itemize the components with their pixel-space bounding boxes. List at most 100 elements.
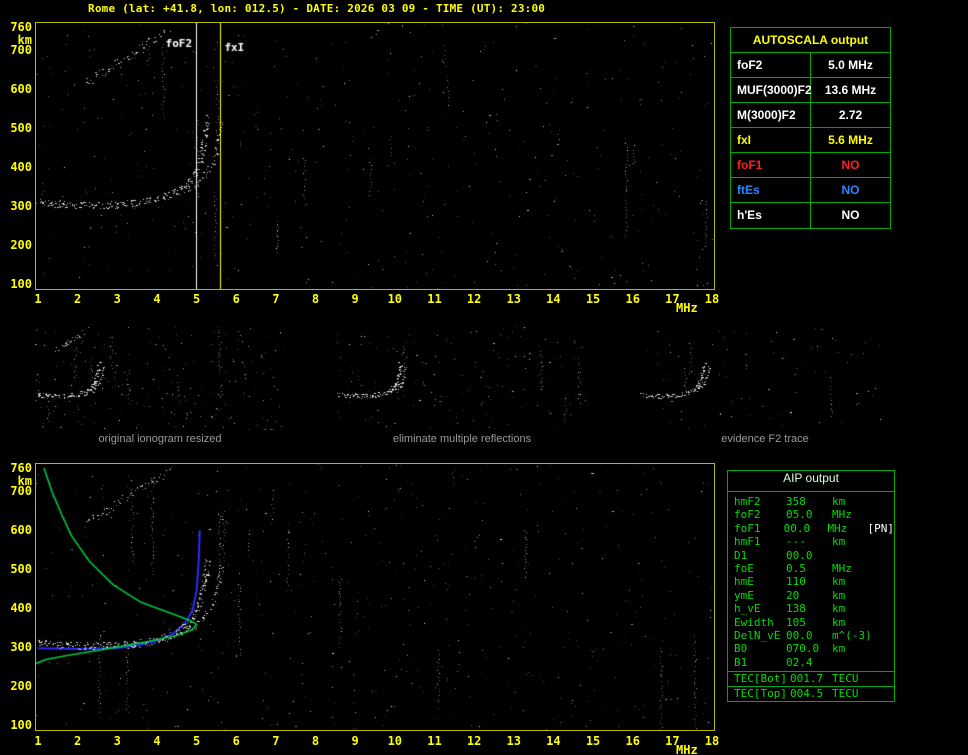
y-tick-label: 600 bbox=[4, 82, 32, 96]
tec-value: 004.5 bbox=[790, 687, 832, 701]
aip-unit: km bbox=[832, 495, 874, 508]
aip-value: --- bbox=[786, 535, 832, 548]
tec-value: 001.7 bbox=[790, 672, 832, 686]
aip-extra bbox=[874, 495, 894, 508]
y-tick-label: 300 bbox=[4, 199, 32, 213]
x-tick-label: 18 bbox=[703, 734, 721, 748]
autoscala-param-label: foF2 bbox=[731, 53, 811, 77]
y-tick-label: 200 bbox=[4, 679, 32, 693]
y-tick-label: 760 bbox=[4, 461, 32, 475]
aip-name: Ewidth bbox=[728, 616, 786, 629]
aip-row: DelN_vE00.0m^(-3) bbox=[728, 629, 894, 642]
aip-unit: km bbox=[832, 642, 874, 655]
y-tick-label: 400 bbox=[4, 160, 32, 174]
x-tick-label: 10 bbox=[386, 292, 404, 306]
x-tick-label: 6 bbox=[227, 734, 245, 748]
autoscala-param-value: 2.72 bbox=[811, 103, 890, 127]
aip-row: ymE20km bbox=[728, 589, 894, 602]
aip-row: Ewidth105km bbox=[728, 616, 894, 629]
x-tick-label: 6 bbox=[227, 292, 245, 306]
x-tick-label: 11 bbox=[425, 292, 443, 306]
aip-value: 0.5 bbox=[786, 562, 832, 575]
aip-value: 358 bbox=[786, 495, 832, 508]
y-tick-label: 600 bbox=[4, 523, 32, 537]
aip-name: B0 bbox=[728, 642, 786, 655]
aip-unit bbox=[832, 549, 874, 562]
aip-name: foF1 bbox=[728, 522, 784, 535]
y-tick-label: 500 bbox=[4, 562, 32, 576]
x-tick-label: 8 bbox=[307, 292, 325, 306]
aip-unit: km bbox=[832, 616, 874, 629]
x-tick-label: 9 bbox=[346, 734, 364, 748]
y-tick-label: 400 bbox=[4, 601, 32, 615]
aip-extra bbox=[874, 549, 894, 562]
x-tick-label: 16 bbox=[624, 734, 642, 748]
aip-row: foE0.5MHz bbox=[728, 562, 894, 575]
top-ionogram-plot bbox=[35, 22, 715, 290]
aip-unit: km bbox=[832, 575, 874, 588]
x-tick-label: 15 bbox=[584, 292, 602, 306]
thumbnail-eliminate-canvas bbox=[337, 327, 587, 430]
autoscala-table-rows: foF25.0 MHzMUF(3000)F213.6 MHzM(3000)F22… bbox=[731, 53, 890, 228]
x-tick-label: 3 bbox=[108, 734, 126, 748]
aip-extra bbox=[874, 602, 894, 615]
aip-name: DelN_vE bbox=[728, 629, 786, 642]
aip-extra bbox=[874, 508, 894, 521]
bottom-ionogram-plot bbox=[35, 463, 715, 731]
x-tick-label: 9 bbox=[346, 292, 364, 306]
aip-value: 00.0 bbox=[786, 629, 832, 642]
aip-output-table: AIP output hmF2358kmfoF205.0MHzfoF100.0M… bbox=[727, 470, 895, 702]
autoscala-param-label: h'Es bbox=[731, 203, 811, 228]
autoscala-param-label: M(3000)F2 bbox=[731, 103, 811, 127]
aip-table-header: AIP output bbox=[728, 471, 894, 492]
bottom-ionogram-canvas bbox=[36, 464, 714, 730]
autoscala-param-value: NO bbox=[811, 153, 890, 177]
aip-name: foF2 bbox=[728, 508, 786, 521]
aip-unit: MHz bbox=[832, 562, 874, 575]
aip-name: hmF1 bbox=[728, 535, 786, 548]
aip-extra bbox=[874, 562, 894, 575]
thumbnail-caption-evidence: evidence F2 trace bbox=[640, 433, 890, 445]
autoscala-row: ftEsNO bbox=[731, 178, 890, 203]
x-tick-label: 10 bbox=[386, 734, 404, 748]
aip-value: 05.0 bbox=[786, 508, 832, 521]
tec-unit: TECU bbox=[832, 672, 894, 686]
aip-unit: m^(-3) bbox=[832, 629, 874, 642]
x-tick-label: 12 bbox=[465, 292, 483, 306]
aip-row: hmE110km bbox=[728, 575, 894, 588]
thumbnail-caption-eliminate: eliminate multiple reflections bbox=[337, 433, 587, 445]
autoscala-row: foF1NO bbox=[731, 153, 890, 178]
x-tick-label: 5 bbox=[188, 292, 206, 306]
x-tick-label: 11 bbox=[425, 734, 443, 748]
tec-unit: TECU bbox=[832, 687, 894, 701]
x-tick-label: 13 bbox=[505, 292, 523, 306]
aip-name: B1 bbox=[728, 656, 786, 669]
aip-row: foF205.0MHz bbox=[728, 508, 894, 521]
aip-tec-rows: TEC[Bot]001.7TECUTEC[Top]004.5TECU bbox=[728, 671, 894, 701]
aip-value: 110 bbox=[786, 575, 832, 588]
y-axis-unit-km: km bbox=[4, 33, 32, 47]
y-tick-label: 100 bbox=[4, 718, 32, 732]
autoscala-output-table: AUTOSCALA output foF25.0 MHzMUF(3000)F21… bbox=[730, 27, 891, 229]
thumbnail-evidence-canvas bbox=[640, 327, 890, 430]
aip-extra bbox=[874, 656, 894, 669]
x-tick-label: 4 bbox=[148, 734, 166, 748]
autoscala-param-label: fxI bbox=[731, 128, 811, 152]
aip-name: h_vE bbox=[728, 602, 786, 615]
x-tick-label: 4 bbox=[148, 292, 166, 306]
aip-value: 20 bbox=[786, 589, 832, 602]
aip-row: hmF1---km bbox=[728, 535, 894, 548]
aip-name: D1 bbox=[728, 549, 786, 562]
y-tick-label: 500 bbox=[4, 121, 32, 135]
x-tick-label: 7 bbox=[267, 734, 285, 748]
tec-name: TEC[Top] bbox=[728, 687, 790, 701]
x-tick-label: 14 bbox=[544, 292, 562, 306]
aip-name: hmE bbox=[728, 575, 786, 588]
x-tick-label: 15 bbox=[584, 734, 602, 748]
aip-name: ymE bbox=[728, 589, 786, 602]
autoscala-table-header: AUTOSCALA output bbox=[731, 28, 890, 53]
autoscala-param-value: 5.0 MHz bbox=[811, 53, 890, 77]
autoscala-param-value: 13.6 MHz bbox=[811, 78, 890, 102]
aip-extra bbox=[874, 535, 894, 548]
aip-row: D100.0 bbox=[728, 549, 894, 562]
